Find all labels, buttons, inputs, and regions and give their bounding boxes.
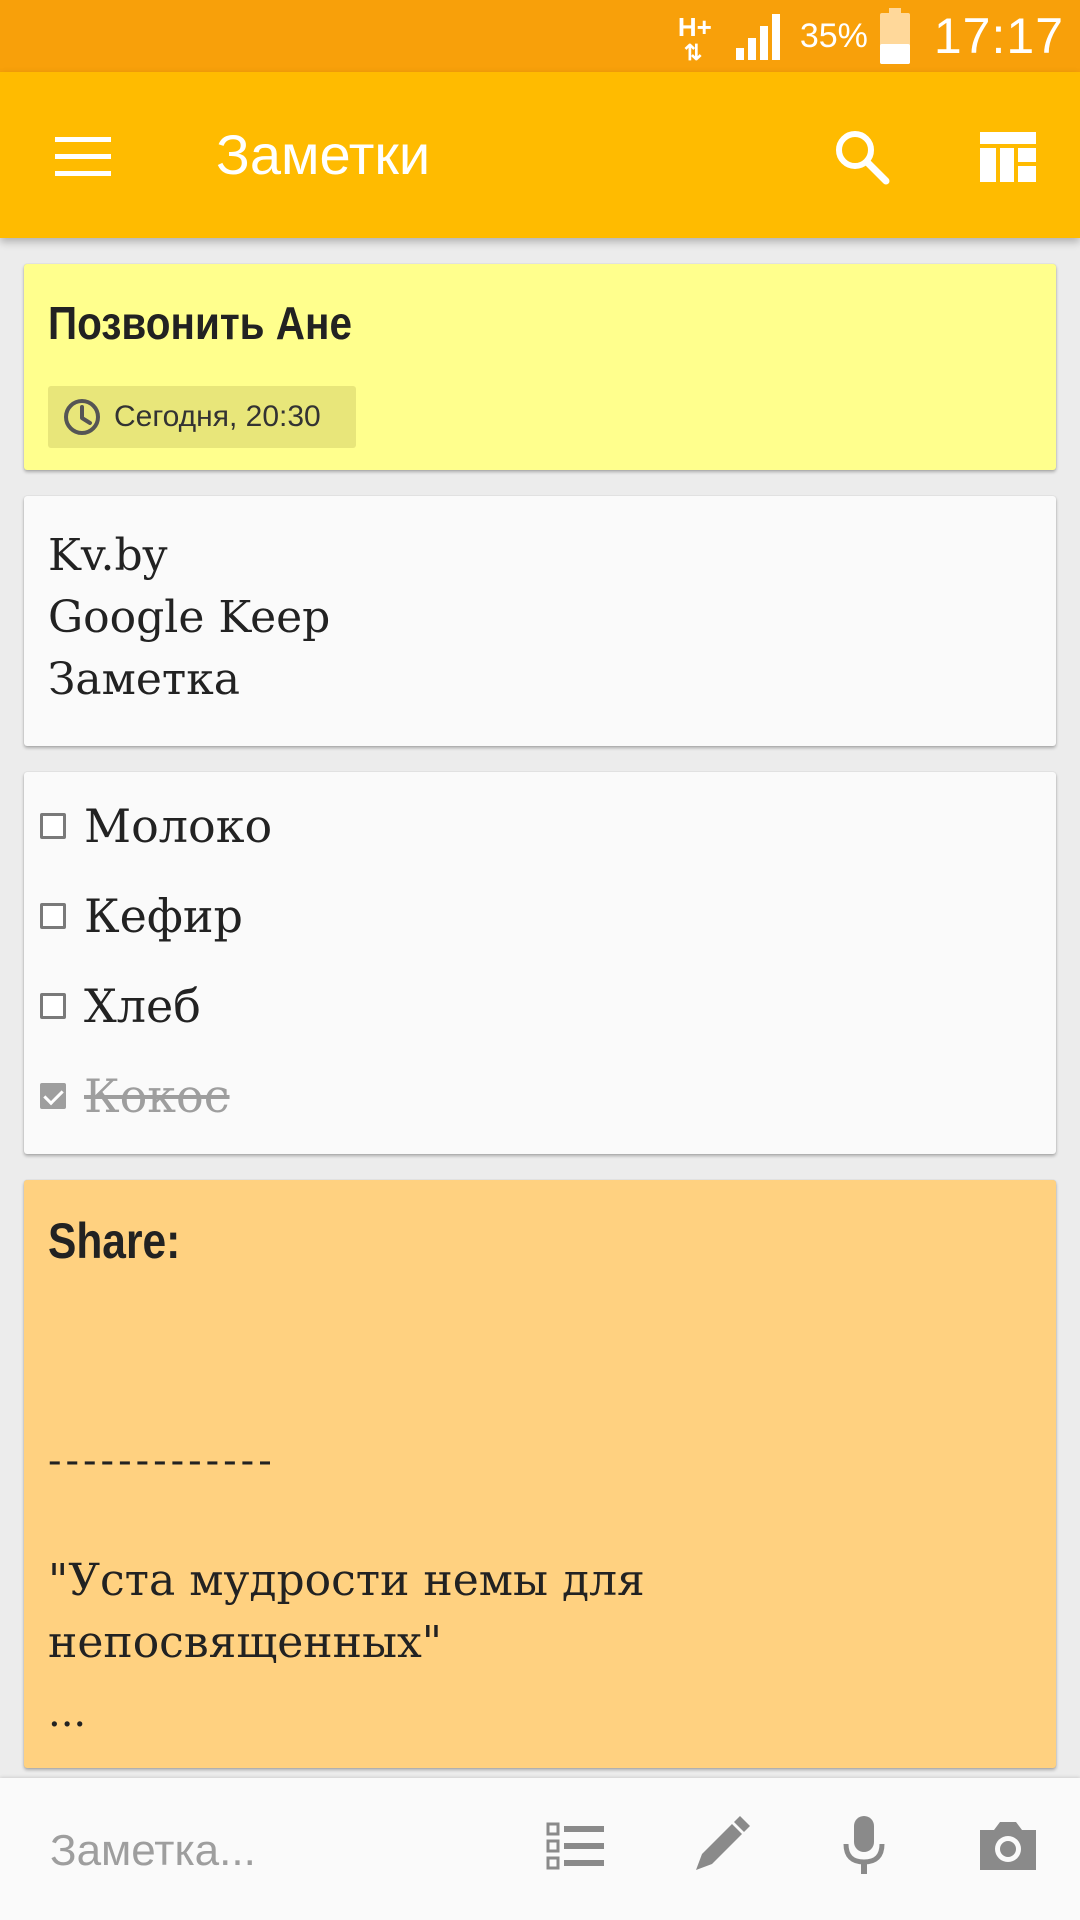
status-bar: H+ ⇅ 35% 17:17	[0, 0, 1080, 72]
signal-strength-icon	[735, 14, 780, 60]
search-icon[interactable]	[832, 127, 892, 187]
checklist-item: Кокос	[40, 1066, 230, 1126]
battery-icon	[879, 8, 910, 64]
new-list-icon[interactable]	[544, 1814, 608, 1878]
note-card-text[interactable]: Kv.by Google Keep Заметка	[24, 496, 1056, 746]
checkbox[interactable]	[40, 813, 66, 839]
checklist-item-label: Кефир	[84, 889, 243, 943]
note-line: Заметка	[48, 654, 240, 705]
bottom-bar	[0, 1778, 1080, 1920]
checklist-item: Хлеб	[40, 976, 201, 1036]
checklist-item: Молоко	[40, 796, 272, 856]
checkbox[interactable]	[40, 903, 66, 929]
note-line: Kv.by	[48, 530, 168, 581]
note-line: Google Keep	[48, 592, 331, 643]
note-title: Share:	[48, 1213, 181, 1269]
camera-icon[interactable]	[976, 1814, 1040, 1878]
data-activity-icon: ⇅	[683, 40, 703, 65]
app-bar: Заметки	[0, 72, 1080, 238]
note-quote: "Уста мудрости немы для непосвященных"	[48, 1555, 645, 1668]
clock-icon	[64, 399, 100, 435]
note-card-reminder[interactable]: Позвонить Ане Сегодня, 20:30	[24, 264, 1056, 470]
network-type-indicator: H+ ⇅	[677, 8, 722, 65]
note-card-checklist[interactable]: Молоко Кефир Хлеб Кокос	[24, 772, 1056, 1154]
checklist-item-label: Молоко	[84, 799, 273, 853]
menu-icon[interactable]	[55, 137, 111, 177]
checkbox-checked[interactable]	[40, 1083, 66, 1109]
battery-percent: 35%	[799, 16, 868, 55]
note-card-share[interactable]: Share: ------------- "Уста мудрости немы…	[24, 1180, 1056, 1768]
take-note-input[interactable]	[48, 1820, 512, 1882]
drawing-icon[interactable]	[688, 1814, 752, 1878]
note-title: Позвонить Ане	[48, 297, 352, 349]
reminder-chip[interactable]: Сегодня, 20:30	[48, 386, 356, 448]
microphone-icon[interactable]	[832, 1814, 896, 1878]
grid-view-icon[interactable]	[980, 132, 1036, 182]
reminder-text: Сегодня, 20:30	[114, 400, 321, 433]
note-divider: -------------	[48, 1438, 276, 1484]
page-title: Заметки	[216, 123, 431, 186]
note-ellipsis: ...	[48, 1690, 87, 1736]
network-type-label: H+	[677, 12, 712, 42]
checklist-item-label: Хлеб	[84, 979, 201, 1033]
checkbox[interactable]	[40, 993, 66, 1019]
checklist-item: Кефир	[40, 886, 243, 946]
checklist-item-label: Кокос	[84, 1069, 230, 1123]
status-time: 17:17	[933, 8, 1064, 64]
